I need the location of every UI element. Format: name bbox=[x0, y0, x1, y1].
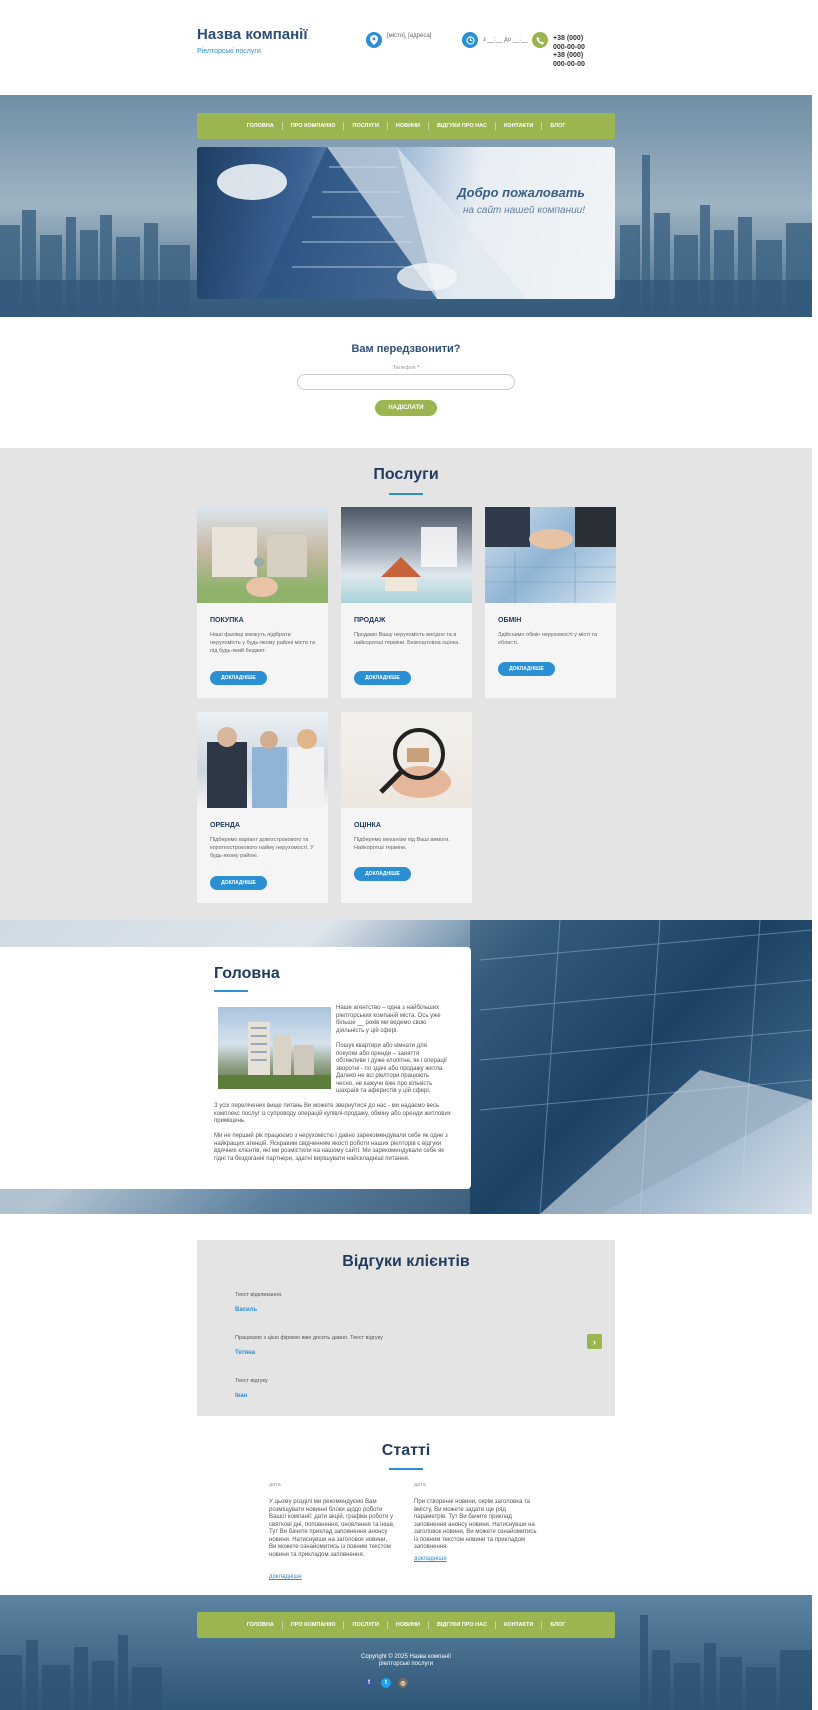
service-card-rent: ОРЕНДА Підберемо варіант довгострокового… bbox=[197, 712, 328, 903]
article-more-link[interactable]: докладніше bbox=[269, 1574, 302, 1580]
service-card-exchange: ОБМІН Здійснимо обмін нерухомості у міст… bbox=[485, 507, 616, 698]
articles-title-underline bbox=[389, 1468, 423, 1470]
footer-nav: ГОЛОВНА ПРО КОМПАНІЮ ПОСЛУГИ НОВИНИ ВІДГ… bbox=[197, 1612, 615, 1638]
copyright-line-1: Copyright © 2025 Назва компанії bbox=[361, 1654, 451, 1660]
card-text: Підберемо механізм під Ваші вимоги. Найк… bbox=[354, 837, 450, 851]
welcome-banner: Добро пожаловать на сайт нашей компании! bbox=[197, 147, 615, 299]
phone-input[interactable] bbox=[297, 374, 515, 390]
card-title: ОРЕНДА bbox=[210, 822, 240, 829]
nav-item-blog[interactable]: БЛОГ bbox=[542, 122, 573, 130]
article-date: дата bbox=[269, 1482, 281, 1488]
banner-title: Добро пожаловать bbox=[457, 185, 585, 200]
review-text: Текст відгуку bbox=[235, 1378, 268, 1384]
footer-nav-item-about[interactable]: ПРО КОМПАНІЮ bbox=[283, 1621, 345, 1629]
card-text: Здійснимо обмін нерухомості у місті та о… bbox=[498, 632, 597, 646]
sale-image bbox=[341, 507, 472, 603]
facebook-icon[interactable]: f bbox=[364, 1678, 374, 1688]
nav-item-home[interactable]: ГОЛОВНА bbox=[239, 122, 283, 130]
more-button[interactable]: ДОКЛАДНІШЕ bbox=[498, 662, 555, 676]
footer-nav-item-reviews[interactable]: ВІДГУКИ ПРО НАС bbox=[429, 1621, 496, 1629]
submit-button[interactable]: НАДІСЛАТИ bbox=[375, 400, 437, 416]
review-author: Василь bbox=[235, 1307, 258, 1313]
card-text: Наші фахівці зможуть підібрати нерухоміс… bbox=[210, 632, 316, 654]
about-paragraph-4: Ми не перший рік працюємо з нерухомістю … bbox=[214, 1133, 448, 1162]
page: Назва компанії Ріелторські послуги [міст… bbox=[0, 0, 818, 1710]
services-title-underline bbox=[389, 493, 423, 495]
header-phones: +38 (000) 000-00-00 +38 (000) 000-00-00 bbox=[553, 35, 585, 69]
valuation-image bbox=[341, 712, 472, 808]
banner-subtitle: на сайт нашей компании! bbox=[463, 205, 585, 216]
main-nav: ГОЛОВНА ПРО КОМПАНІЮ ПОСЛУГИ НОВИНИ ВІДГ… bbox=[197, 113, 615, 139]
service-card-purchase: ПОКУПКА Наші фахівці зможуть підібрати н… bbox=[197, 507, 328, 698]
company-name[interactable]: Назва компанії bbox=[197, 26, 308, 43]
card-text: Продамо Вашу нерухомість вигідно та в на… bbox=[354, 632, 460, 646]
more-button[interactable]: ДОКЛАДНІШЕ bbox=[210, 876, 267, 890]
callback-title: Вам передзвонити? bbox=[351, 343, 461, 355]
footer-nav-item-news[interactable]: НОВИНИ bbox=[388, 1621, 430, 1629]
footer-nav-item-services[interactable]: ПОСЛУГИ bbox=[344, 1621, 388, 1629]
rent-image bbox=[197, 712, 328, 808]
articles-title: Статті bbox=[381, 1442, 431, 1459]
phone-number-2[interactable]: +38 (000) bbox=[553, 52, 585, 61]
phone-number-2b[interactable]: 000-00-00 bbox=[553, 61, 585, 70]
nav-item-contacts[interactable]: КОНТАКТИ bbox=[496, 122, 543, 130]
footer-nav-item-home[interactable]: ГОЛОВНА bbox=[239, 1621, 283, 1629]
card-title: ОБМІН bbox=[498, 617, 522, 624]
phone-field-label: Телефон * bbox=[0, 365, 812, 371]
required-mark: * bbox=[417, 365, 420, 371]
more-button[interactable]: ДОКЛАДНІШЕ bbox=[354, 867, 411, 881]
header-hours: з __:__ до __:__ bbox=[483, 37, 528, 43]
card-title: ПОКУПКА bbox=[210, 617, 244, 624]
article-text: У цьому розділі ми рекомендуємо Вам розм… bbox=[269, 1499, 395, 1558]
about-paragraph-1: Наше агентство – одна з найбільших ріелт… bbox=[336, 1005, 441, 1034]
nav-item-about[interactable]: ПРО КОМПАНІЮ bbox=[283, 122, 345, 130]
nav-item-news[interactable]: НОВИНИ bbox=[388, 122, 430, 130]
review-author: Іван bbox=[235, 1393, 248, 1399]
about-paragraph-2: Пошук квартири або кімнати для покупки а… bbox=[336, 1043, 447, 1094]
purchase-image bbox=[197, 507, 328, 603]
phone-number-1b[interactable]: 000-00-00 bbox=[553, 44, 585, 53]
card-text: Підберемо варіант довгострокового та кор… bbox=[210, 837, 314, 859]
review-text: Працюємо з цією фірмою вже досить давно.… bbox=[235, 1335, 383, 1341]
review-author: Тетяна bbox=[235, 1350, 256, 1356]
exchange-image bbox=[485, 507, 616, 603]
article-text: При створенні новини, окрім заголовка та… bbox=[414, 1499, 537, 1550]
about-paragraph-3: З усіх перелічених вище питань Ви можете… bbox=[214, 1103, 451, 1124]
chevron-right-icon[interactable]: › bbox=[587, 1334, 602, 1349]
nav-item-reviews[interactable]: ВІДГУКИ ПРО НАС bbox=[429, 122, 496, 130]
card-title: ОЦІНКА bbox=[354, 822, 381, 829]
phone-number-1[interactable]: +38 (000) bbox=[553, 35, 585, 44]
about-title-underline bbox=[214, 990, 248, 992]
twitter-icon[interactable]: t bbox=[381, 1678, 391, 1688]
copyright-line-2: ріелторські послуги bbox=[378, 1661, 434, 1667]
company-tagline: Ріелторські послуги bbox=[197, 48, 261, 55]
location-pin-icon bbox=[366, 32, 382, 48]
reviews-title: Відгуки клієнтів bbox=[342, 1253, 470, 1270]
footer-nav-item-contacts[interactable]: КОНТАКТИ bbox=[496, 1621, 543, 1629]
clock-icon bbox=[462, 32, 478, 48]
article-more-link[interactable]: докладніше bbox=[414, 1556, 447, 1562]
header-address: [місто], [адреса] bbox=[387, 33, 432, 39]
more-button[interactable]: ДОКЛАДНІШЕ bbox=[210, 671, 267, 685]
phone-label-text: Телефон bbox=[392, 365, 416, 371]
card-title: ПРОДАЖ bbox=[354, 617, 386, 624]
review-text: Текст відкликання. bbox=[235, 1292, 283, 1298]
article-date: дата bbox=[414, 1482, 426, 1488]
service-card-sale: ПРОДАЖ Продамо Вашу нерухомість вигідно … bbox=[341, 507, 472, 698]
services-title: Послуги bbox=[373, 466, 439, 483]
service-card-valuation: ОЦІНКА Підберемо механізм під Ваші вимог… bbox=[341, 712, 472, 903]
footer-nav-item-blog[interactable]: БЛОГ bbox=[542, 1621, 573, 1629]
nav-item-services[interactable]: ПОСЛУГИ bbox=[344, 122, 388, 130]
phone-icon bbox=[532, 32, 548, 48]
banner-building-image bbox=[217, 147, 527, 299]
about-building-image bbox=[218, 1007, 331, 1089]
more-button[interactable]: ДОКЛАДНІШЕ bbox=[354, 671, 411, 685]
instagram-icon[interactable]: ◎ bbox=[398, 1678, 408, 1688]
about-title: Головна bbox=[214, 965, 280, 982]
